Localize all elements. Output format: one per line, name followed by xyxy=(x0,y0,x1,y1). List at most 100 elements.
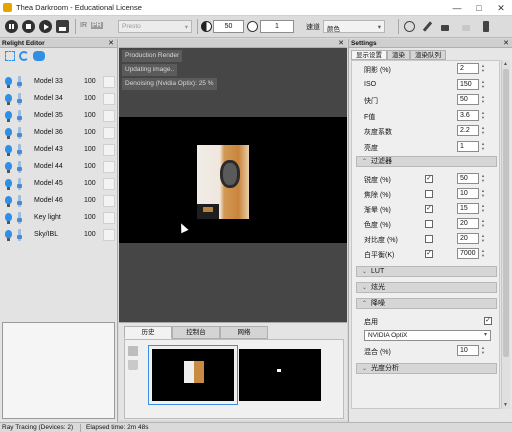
filter-prop-checkbox[interactable] xyxy=(425,220,433,228)
filter-prop-input[interactable]: 15 xyxy=(457,203,479,214)
unlock-icon[interactable] xyxy=(462,25,470,31)
section-denoise[interactable]: ⌃ 降噪 xyxy=(356,298,497,309)
relight-color-swatch[interactable] xyxy=(103,127,115,139)
display-prop-spinner[interactable]: ▲ ▼ xyxy=(481,79,486,90)
filter-prop-checkbox[interactable] xyxy=(425,235,433,243)
history-thumbnail[interactable] xyxy=(239,349,321,401)
tab-network[interactable]: 网络 xyxy=(220,326,268,339)
timer-input[interactable]: 1 xyxy=(260,20,294,33)
tab-render[interactable]: 渲染 xyxy=(387,50,410,60)
relight-color-swatch[interactable] xyxy=(103,161,115,173)
relight-item[interactable]: Model 45 100 xyxy=(0,176,117,193)
tab-console[interactable]: 控制台 xyxy=(172,326,220,339)
play-button[interactable] xyxy=(39,20,52,33)
display-prop-input[interactable]: 1 xyxy=(457,140,479,152)
scroll-down-icon[interactable]: ▼ xyxy=(503,402,508,408)
stop-button[interactable] xyxy=(22,20,35,33)
maximize-button[interactable]: □ xyxy=(468,0,490,16)
light-slider[interactable] xyxy=(17,229,22,241)
close-icon[interactable]: ✕ xyxy=(338,39,344,47)
display-prop-spinner[interactable]: ▲ ▼ xyxy=(481,94,486,105)
refresh-icon[interactable] xyxy=(19,51,29,61)
eyedropper-icon[interactable] xyxy=(422,21,433,32)
filter-prop-input[interactable]: 50 xyxy=(457,173,479,184)
ir-button[interactable]: IR xyxy=(80,22,87,29)
display-prop-spinner[interactable]: ▲ ▼ xyxy=(481,110,486,121)
filter-prop-checkbox[interactable] xyxy=(425,190,433,198)
close-icon[interactable]: ✕ xyxy=(503,39,509,48)
light-bulb-icon[interactable] xyxy=(5,162,12,173)
tab-render-queue[interactable]: 渲染队列 xyxy=(410,50,446,60)
relight-item[interactable]: Model 36 100 xyxy=(0,125,117,142)
relight-color-swatch[interactable] xyxy=(103,212,115,224)
blend-input[interactable]: 10 xyxy=(457,345,479,356)
section-glare[interactable]: ⌄ 炫光 xyxy=(356,282,497,293)
relight-color-swatch[interactable] xyxy=(103,76,115,88)
exposure-input[interactable]: 50 xyxy=(213,20,244,33)
render-viewport[interactable]: Production Render Updating image.. Denoi… xyxy=(119,48,347,322)
display-prop-spinner[interactable]: ▲ ▼ xyxy=(481,141,486,152)
relight-color-swatch[interactable] xyxy=(103,110,115,122)
minimize-button[interactable]: — xyxy=(446,0,468,16)
target-icon[interactable] xyxy=(404,21,415,32)
relight-color-swatch[interactable] xyxy=(103,229,115,241)
light-bulb-icon[interactable] xyxy=(5,179,12,190)
light-bulb-icon[interactable] xyxy=(5,128,12,139)
relight-item[interactable]: Model 33 100 xyxy=(0,74,117,91)
filter-prop-spinner[interactable]: ▲ ▼ xyxy=(481,218,486,229)
filter-prop-spinner[interactable]: ▲ ▼ xyxy=(481,203,486,214)
display-prop-input[interactable]: 150 xyxy=(457,78,479,90)
display-prop-input[interactable]: 50 xyxy=(457,94,479,105)
image-icon[interactable] xyxy=(128,346,138,356)
filter-prop-checkbox[interactable]: ✓ xyxy=(425,205,433,213)
toggle-icon[interactable] xyxy=(33,51,45,61)
display-prop-input[interactable]: 2.2 xyxy=(457,125,479,136)
light-slider[interactable] xyxy=(17,144,22,156)
light-slider[interactable] xyxy=(17,110,22,122)
save-button[interactable] xyxy=(56,20,69,33)
fit-icon[interactable] xyxy=(5,51,15,61)
filter-prop-checkbox[interactable]: ✓ xyxy=(425,175,433,183)
display-prop-input[interactable]: 2 xyxy=(457,63,479,74)
pause-button[interactable] xyxy=(5,20,18,33)
display-prop-spinner[interactable]: ▲ ▼ xyxy=(481,125,486,136)
denoise-enable-checkbox[interactable]: ✓ xyxy=(484,317,492,325)
light-slider[interactable] xyxy=(17,212,22,224)
section-lut[interactable]: ⌄ LUT xyxy=(356,266,497,277)
light-slider[interactable] xyxy=(17,93,22,105)
filter-prop-input[interactable]: 20 xyxy=(457,233,479,244)
light-bulb-icon[interactable] xyxy=(5,213,12,224)
light-slider[interactable] xyxy=(17,195,22,207)
device-icon[interactable] xyxy=(483,21,489,32)
filter-prop-spinner[interactable]: ▲ ▼ xyxy=(481,233,486,244)
filter-prop-input[interactable]: 7000 xyxy=(457,248,479,259)
light-slider[interactable] xyxy=(17,127,22,139)
tab-display[interactable]: 显示设置 xyxy=(351,50,387,60)
relight-color-swatch[interactable] xyxy=(103,93,115,105)
light-bulb-icon[interactable] xyxy=(5,145,12,156)
relight-color-swatch[interactable] xyxy=(103,144,115,156)
display-prop-input[interactable]: 3.6 xyxy=(457,109,479,121)
close-icon[interactable]: ✕ xyxy=(108,39,114,48)
light-slider[interactable] xyxy=(17,161,22,173)
light-bulb-icon[interactable] xyxy=(5,94,12,105)
pr-button[interactable]: PR xyxy=(91,22,103,29)
render-canvas[interactable] xyxy=(119,117,347,243)
tab-history[interactable]: 历史 xyxy=(124,326,172,339)
lock-icon[interactable] xyxy=(441,25,449,31)
light-bulb-icon[interactable] xyxy=(5,77,12,88)
relight-color-swatch[interactable] xyxy=(103,178,115,190)
relight-color-swatch[interactable] xyxy=(103,195,115,207)
filter-prop-input[interactable]: 20 xyxy=(457,218,479,229)
light-bulb-icon[interactable] xyxy=(5,111,12,122)
relight-item[interactable]: Model 34 100 xyxy=(0,91,117,108)
close-button[interactable]: ✕ xyxy=(490,0,512,16)
section-analysis[interactable]: ⌄ 光度分析 xyxy=(356,363,497,374)
denoise-engine-select[interactable]: NVIDIA OptiX ▾ xyxy=(364,330,491,341)
relight-item[interactable]: Key light 100 xyxy=(0,210,117,227)
filter-prop-spinner[interactable]: ▲ ▼ xyxy=(481,173,486,184)
relight-item[interactable]: Model 35 100 xyxy=(0,108,117,125)
filter-prop-spinner[interactable]: ▲ ▼ xyxy=(481,248,486,259)
relight-item[interactable]: Model 46 100 xyxy=(0,193,117,210)
light-slider[interactable] xyxy=(17,76,22,88)
